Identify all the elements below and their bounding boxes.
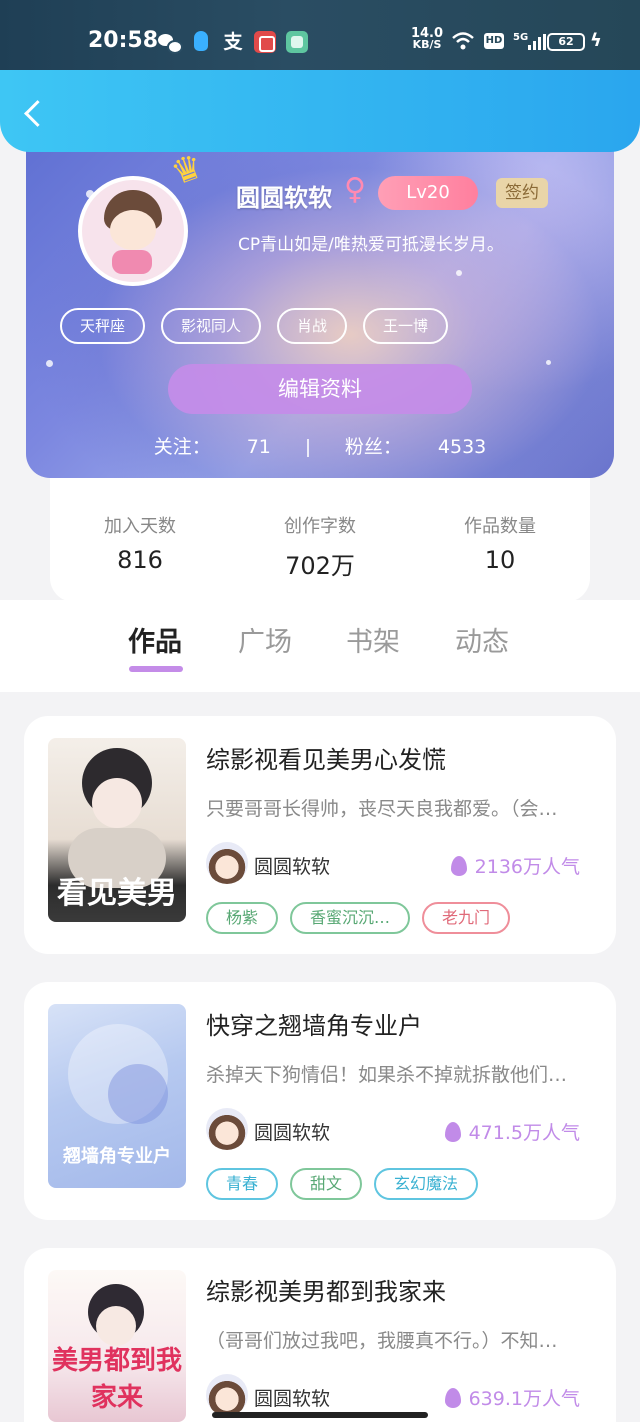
flame-icon — [444, 1388, 461, 1408]
hd-icon: HD — [484, 33, 504, 49]
network-type: 5G — [513, 32, 529, 43]
popularity: 639.1万人气 — [444, 1384, 580, 1411]
work-description: 杀掉天下狗情侣！如果杀不掉就拆散他们… — [206, 1064, 568, 1086]
work-card[interactable]: 美男都到我家来 综影视美男都到我家来 （哥哥们放过我吧，我腰真不行。）不知… 圆… — [24, 1248, 616, 1422]
app-icon — [286, 31, 308, 53]
signal-icon — [528, 34, 546, 50]
author-name: 圆圆软软 — [254, 856, 331, 878]
profile-bio: CP青山如是/唯热爱可抵漫长岁月。 — [238, 235, 504, 255]
work-title[interactable]: 快穿之翘墙角专业户 — [206, 1006, 422, 1041]
work-tags: 青春 甜文 玄幻魔法 — [206, 1168, 479, 1200]
crown-icon: ♛ — [166, 145, 209, 195]
tab-bookshelf[interactable]: 书架 — [346, 620, 400, 659]
author-avatar — [206, 1374, 248, 1416]
notification-icons: 支 — [158, 31, 308, 54]
work-description: （哥哥们放过我吧，我腰真不行。）不知… — [206, 1330, 558, 1352]
work-tag[interactable]: 甜文 — [290, 1168, 363, 1200]
stat-join-days: 加入天数 816 — [104, 516, 176, 574]
work-card[interactable]: 翘墙角专业户 快穿之翘墙角专业户 杀掉天下狗情侣！如果杀不掉就拆散他们… 圆圆软… — [24, 982, 616, 1220]
top-bar — [0, 70, 640, 152]
flame-icon — [450, 856, 467, 876]
fans-count[interactable]: 粉丝： 4533 — [327, 436, 504, 458]
following-count[interactable]: 关注： 71 — [136, 436, 289, 458]
profile-tag[interactable]: 王一博 — [363, 308, 449, 344]
author-name: 圆圆软软 — [254, 1388, 331, 1410]
active-tab-indicator — [129, 666, 183, 672]
author-name: 圆圆软软 — [254, 1122, 331, 1144]
tab-moments[interactable]: 动态 — [455, 620, 509, 659]
author-avatar — [206, 1108, 248, 1150]
work-description: 只要哥哥长得帅，丧尽天良我都爱。（会… — [206, 798, 558, 820]
work-tag[interactable]: 老九门 — [422, 902, 511, 934]
charging-icon: ϟ — [590, 30, 602, 51]
work-tag[interactable]: 青春 — [206, 1168, 279, 1200]
stats-card: 加入天数 816 创作字数 702万 作品数量 10 — [50, 478, 590, 602]
profile-tag[interactable]: 天秤座 — [60, 308, 146, 344]
network-speed: 14.0 KB/S — [410, 26, 444, 51]
tab-bar: 作品 广场 书架 动态 — [0, 600, 640, 692]
stat-works-count: 作品数量 10 — [464, 516, 536, 574]
work-tags: 杨紫 香蜜沉沉… 老九门 — [206, 902, 511, 934]
book-cover[interactable]: 看见美男 — [48, 738, 186, 922]
back-button[interactable] — [20, 98, 50, 134]
work-title[interactable]: 综影视美男都到我家来 — [206, 1272, 446, 1307]
app-icon — [254, 31, 276, 53]
flame-icon — [444, 1122, 461, 1142]
wechat-icon — [158, 31, 183, 54]
battery-icon: 62 — [547, 33, 585, 51]
profile-tags: 天秤座 影视同人 肖战 王一博 — [60, 308, 449, 344]
tab-square[interactable]: 广场 — [238, 620, 292, 659]
author-avatar — [206, 842, 248, 884]
profile-name: 圆圆软软 — [236, 184, 332, 212]
work-tag[interactable]: 玄幻魔法 — [374, 1168, 479, 1200]
edit-profile-button[interactable]: 编辑资料 — [168, 364, 472, 414]
female-icon: ♀ — [344, 172, 366, 207]
profile-tag[interactable]: 影视同人 — [161, 308, 262, 344]
alipay-icon: 支 — [223, 31, 243, 53]
follow-stats: 关注： 71 粉丝： 4533 — [26, 432, 614, 459]
profile-card: ♛ 圆圆软软 ♀ Lv20 签约 CP青山如是/唯热爱可抵漫长岁月。 天秤座 影… — [26, 120, 614, 478]
profile-tag[interactable]: 肖战 — [277, 308, 348, 344]
tab-works[interactable]: 作品 — [128, 620, 182, 659]
book-cover[interactable]: 美男都到我家来 — [48, 1270, 186, 1422]
signed-badge: 签约 — [496, 178, 548, 208]
work-card[interactable]: 看见美男 综影视看见美男心发慌 只要哥哥长得帅，丧尽天良我都爱。（会… 圆圆软软… — [24, 716, 616, 954]
stat-word-count: 创作字数 702万 — [284, 516, 356, 580]
status-bar: 20:58 支 14.0 KB/S HD 5G 62 ϟ — [0, 0, 640, 70]
work-tag[interactable]: 杨紫 — [206, 902, 279, 934]
popularity: 471.5万人气 — [444, 1118, 580, 1145]
level-badge: Lv20 — [378, 176, 478, 210]
avatar[interactable] — [78, 176, 188, 286]
qq-icon — [190, 31, 212, 53]
wifi-icon — [452, 32, 474, 50]
work-title[interactable]: 综影视看见美男心发慌 — [206, 740, 446, 775]
book-cover[interactable]: 翘墙角专业户 — [48, 1004, 186, 1188]
popularity: 2136万人气 — [450, 852, 580, 879]
work-tag[interactable]: 香蜜沉沉… — [290, 902, 411, 934]
status-time: 20:58 — [88, 28, 159, 53]
home-indicator[interactable] — [212, 1412, 428, 1418]
